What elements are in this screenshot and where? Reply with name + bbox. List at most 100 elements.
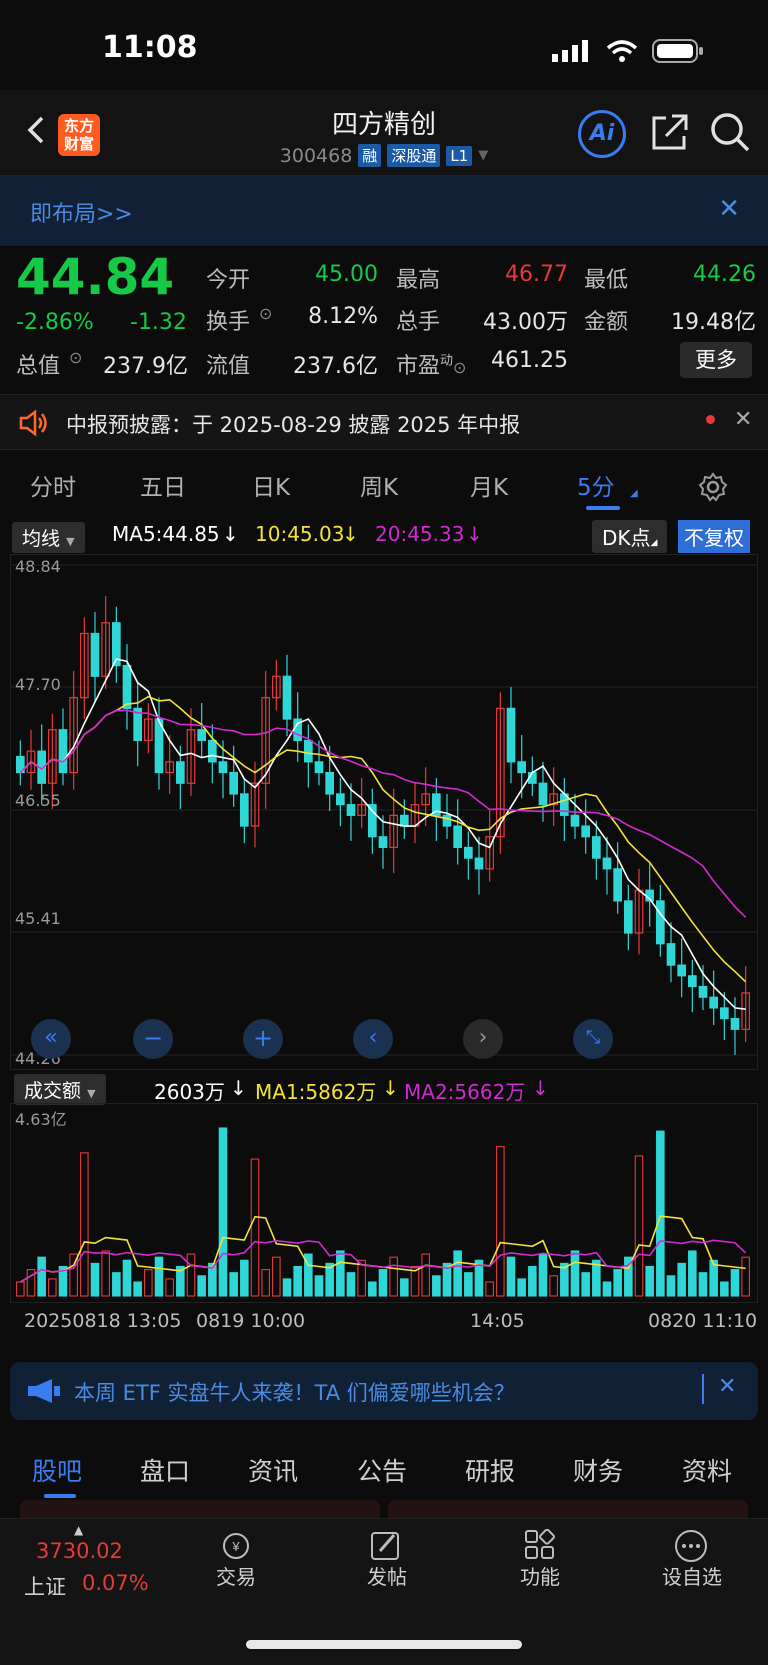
promo-banner[interactable]: 本周 ETF 实盘牛人来袭！TA 们偏爱哪些机会？ ✕ (10, 1362, 758, 1420)
close-icon[interactable]: ✕ (734, 407, 752, 432)
post-button[interactable]: 发帖 (327, 1561, 447, 1590)
volume-label: 总手 (396, 310, 441, 335)
candle-body (314, 761, 324, 774)
tab-research[interactable]: 研报 (465, 1452, 515, 1488)
info-icon[interactable]: ⊙ (69, 348, 82, 367)
tab-five-day[interactable]: 五日 (140, 468, 186, 502)
volume-selector[interactable]: 成交额 ▼ (14, 1074, 106, 1105)
speaker-icon (19, 409, 47, 437)
volume-bar (101, 1250, 110, 1297)
volume-chart[interactable]: 4.63亿 (10, 1103, 758, 1303)
volume-bar (400, 1278, 409, 1297)
ma20-value: 20:45.33 (375, 522, 465, 546)
adjust-button[interactable]: 不复权 (678, 520, 750, 553)
volume-bar (741, 1256, 750, 1297)
volume-bar (538, 1253, 548, 1297)
more-button[interactable]: 更多 (680, 342, 752, 378)
candle-body (282, 675, 292, 720)
volume-bar (272, 1256, 281, 1297)
ma20-line (19, 709, 747, 918)
amount-label: 金额 (584, 310, 629, 335)
ad-banner[interactable]: 即布局>> ✕ (0, 176, 768, 246)
tab-weekly[interactable]: 周K (360, 468, 398, 502)
candle-body (719, 1007, 729, 1020)
tab-forum[interactable]: 股吧 (32, 1452, 82, 1488)
zoom-out-button[interactable]: − (133, 1019, 173, 1059)
candle-body (538, 782, 548, 806)
volume-bar (432, 1275, 441, 1297)
candle-body (122, 664, 132, 709)
candle-body (208, 739, 217, 763)
tab-profile[interactable]: 资料 (682, 1452, 732, 1488)
volume-bar (666, 1275, 676, 1297)
tab-underline (44, 1494, 76, 1498)
turnover-label: 换手 (206, 310, 251, 335)
add-watchlist-button[interactable]: 设自选 (632, 1561, 752, 1590)
function-button[interactable]: 功能 (480, 1561, 600, 1590)
candle-body (602, 857, 612, 870)
change-amount: -1.32 (130, 310, 187, 335)
volume-bar (634, 1155, 644, 1297)
tab-announcements[interactable]: 公告 (357, 1452, 407, 1488)
trade-button[interactable]: 交易 (176, 1561, 296, 1590)
tab-monthly[interactable]: 月K (470, 468, 508, 502)
candle-body (90, 632, 100, 677)
expand-icon[interactable]: ▲ (74, 1523, 83, 1537)
volume-bar (378, 1269, 388, 1297)
candle-body (623, 900, 633, 934)
notice-bar[interactable]: 中报预披露：于 2025-08-29 披露 2025 年中报 ✕ (0, 394, 768, 450)
unread-dot (706, 415, 715, 424)
fullscreen-button[interactable]: ⤡ (573, 1019, 613, 1059)
scroll-left-fast-button[interactable]: « (31, 1019, 71, 1059)
candle-body (506, 707, 516, 763)
tab-orderbook[interactable]: 盘口 (140, 1452, 190, 1488)
volume-bar (336, 1250, 345, 1297)
volume-bar (133, 1281, 142, 1297)
tab-intraday[interactable]: 分时 (30, 468, 76, 502)
volume-bar (720, 1281, 729, 1297)
volume-bar (528, 1265, 537, 1297)
price-tick: 46.55 (15, 791, 61, 810)
volume-bar (293, 1265, 302, 1297)
volume-current: 2603万 (154, 1080, 225, 1104)
home-indicator (246, 1640, 522, 1649)
index-value[interactable]: 3730.02 (36, 1539, 123, 1563)
ai-icon[interactable]: Ai (578, 110, 626, 158)
candle-body (570, 814, 580, 827)
tab-news[interactable]: 资讯 (248, 1452, 298, 1488)
volume-bar (421, 1253, 430, 1297)
share-icon[interactable] (650, 112, 690, 152)
ma5-value: MA5:44.85 (112, 522, 220, 546)
tab-underline (586, 506, 620, 510)
tab-daily[interactable]: 日K (252, 468, 290, 502)
ma-selector[interactable]: 均线 ▼ (12, 522, 85, 553)
volume-bar (165, 1278, 174, 1297)
tab-finance[interactable]: 财务 (573, 1452, 623, 1488)
more-dots-icon (675, 1530, 707, 1562)
high-label: 最高 (396, 268, 441, 293)
zoom-in-button[interactable]: + (243, 1019, 283, 1059)
candle-body (442, 814, 452, 827)
search-icon[interactable] (710, 112, 752, 154)
settings-icon[interactable] (698, 472, 728, 502)
volume-bar (453, 1250, 462, 1297)
volume-bar (389, 1256, 398, 1297)
candle-body (677, 964, 687, 977)
info-icon[interactable]: ⊙ (259, 304, 272, 323)
dropdown-icon[interactable]: ◢ (630, 488, 638, 499)
volume-bar (506, 1256, 516, 1297)
close-icon[interactable]: ✕ (718, 1374, 736, 1399)
volume-bar (602, 1281, 612, 1297)
dropdown-icon[interactable]: ▼ (478, 148, 488, 163)
volume-bar (698, 1272, 708, 1297)
info-icon[interactable]: ⊙ (453, 358, 466, 377)
candle-body (346, 804, 356, 816)
scroll-right-button[interactable]: › (463, 1019, 503, 1059)
close-icon[interactable]: ✕ (718, 194, 740, 224)
candle-body (58, 729, 68, 774)
tab-5min[interactable]: 5分 (577, 468, 615, 502)
scroll-left-button[interactable]: ‹ (353, 1019, 393, 1059)
dk-point-selector[interactable]: DK点◢ (592, 520, 668, 553)
stock-code: 300468 (279, 144, 353, 167)
kline-chart[interactable]: 48.84 47.70 46.55 45.41 44.26 « − + ‹ › … (10, 554, 758, 1070)
